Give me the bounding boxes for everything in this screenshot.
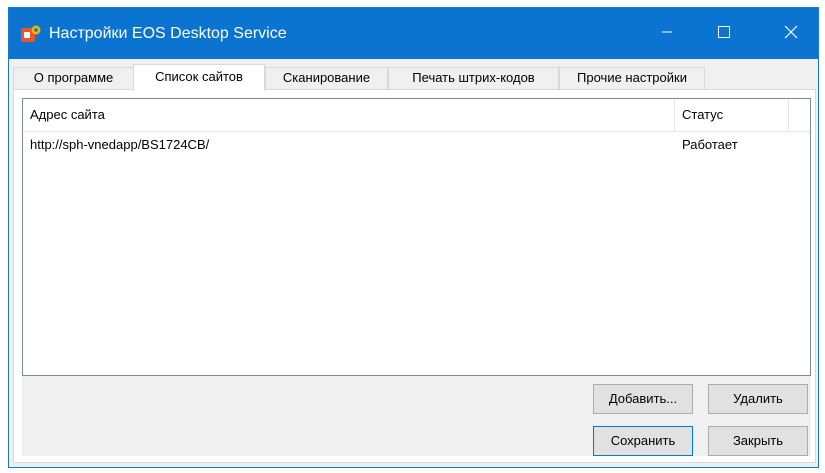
remove-site-button[interactable]: Удалить <box>708 384 808 414</box>
column-header-status[interactable]: Статус <box>675 99 789 131</box>
list-header: Адрес сайта Статус <box>23 99 810 132</box>
tab-panel-site-list: Адрес сайта Статус http://sph-vnedapp/BS… <box>13 89 816 463</box>
maximize-icon <box>718 26 730 41</box>
site-list-view[interactable]: Адрес сайта Статус http://sph-vnedapp/BS… <box>22 98 811 376</box>
save-button[interactable]: Сохранить <box>593 426 693 456</box>
tab-about[interactable]: О программе <box>13 67 134 89</box>
tab-barcode-print[interactable]: Печать штрих-кодов <box>388 67 559 89</box>
tab-scanning[interactable]: Сканирование <box>265 67 388 89</box>
tab-site-list[interactable]: Список сайтов <box>133 64 265 91</box>
maximize-button[interactable] <box>696 8 752 59</box>
close-window-button[interactable] <box>763 8 819 59</box>
column-header-address[interactable]: Адрес сайта <box>23 99 675 131</box>
tab-strip: О программе Список сайтов Сканирование П… <box>13 64 814 91</box>
minimize-button[interactable] <box>639 8 695 59</box>
close-icon <box>784 25 798 42</box>
window-title: Настройки EOS Desktop Service <box>49 25 287 42</box>
settings-window: Настройки EOS Desktop Service О программ… <box>8 7 819 468</box>
tab-other-settings[interactable]: Прочие настройки <box>559 67 705 89</box>
site-address: http://sph-vnedapp/BS1724CB/ <box>30 137 210 152</box>
close-button[interactable]: Закрыть <box>708 426 808 456</box>
title-bar[interactable]: Настройки EOS Desktop Service <box>9 8 818 59</box>
minimize-icon <box>661 26 673 41</box>
site-status: Работает <box>682 137 738 152</box>
eos-gear-app-icon <box>21 25 41 45</box>
add-site-button[interactable]: Добавить... <box>593 384 693 414</box>
list-item[interactable]: http://sph-vnedapp/BS1724CB/ Работает <box>23 134 810 156</box>
